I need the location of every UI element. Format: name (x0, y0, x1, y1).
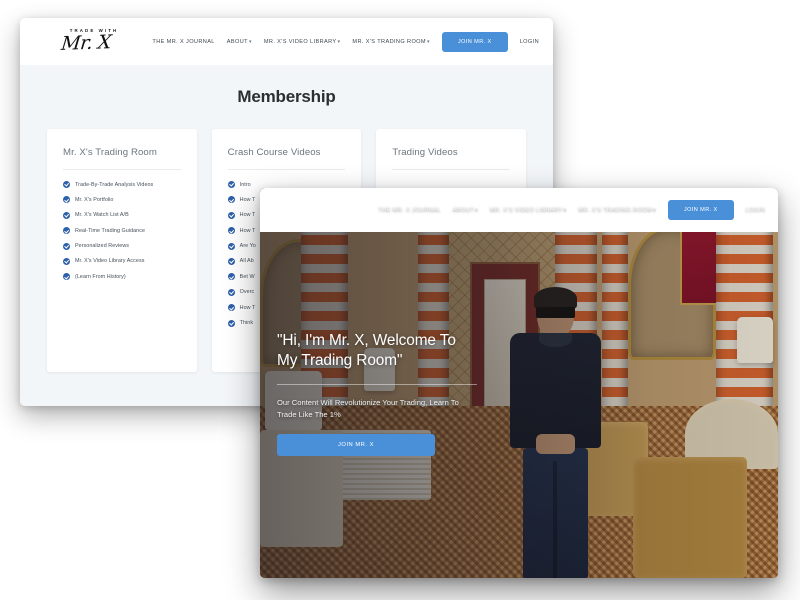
list-item: Mr. X's Video Library Access (63, 258, 181, 265)
check-circle-icon (228, 243, 235, 250)
check-circle-icon (63, 227, 70, 234)
check-circle-icon (63, 258, 70, 265)
page-title: Membership (20, 87, 553, 107)
nav-items: THE MR. X JOURNAL ABOUT▾ MR. X'S VIDEO L… (152, 32, 539, 52)
chevron-down-icon: ▾ (564, 207, 567, 213)
list-item-label: Intro (240, 182, 251, 188)
hero-navbar: TRADE WITH Mr. X THE MR. X JOURNAL ABOUT… (260, 188, 778, 232)
join-button[interactable]: JOIN MR. X (442, 32, 508, 52)
card-divider (228, 169, 346, 170)
check-circle-icon (63, 212, 70, 219)
card-divider (63, 169, 181, 170)
nav-item-video-library[interactable]: MR. X'S VIDEO LIBRARY▾ (490, 207, 567, 213)
list-item: Mr. X's Watch List A/B (63, 212, 181, 219)
chevron-down-icon: ▾ (338, 39, 341, 45)
hero-join-button[interactable]: JOIN MR. X (277, 434, 435, 456)
nav-item-trading-room[interactable]: MR. X'S TRADING ROOM▾ (578, 207, 655, 213)
nav-item-trading-room-label: MR. X'S TRADING ROOM (578, 207, 652, 213)
card-title: Trading Videos (392, 147, 510, 158)
site-logo[interactable]: TRADE WITH Mr. X (40, 29, 132, 54)
nav-item-about[interactable]: ABOUT▾ (227, 39, 252, 45)
site-logo[interactable]: TRADE WITH Mr. X (278, 197, 370, 222)
nav-item-video-library-label: MR. X'S VIDEO LIBRARY (490, 207, 563, 213)
list-item-label: How T (240, 197, 256, 203)
list-item-label: Overc (240, 289, 255, 295)
logo-signature-text: Mr. X (60, 31, 112, 55)
list-item-label: How T (240, 228, 256, 234)
check-circle-icon (228, 181, 235, 188)
list-item-label: Are Yo (240, 243, 256, 249)
nav-item-journal[interactable]: THE MR. X JOURNAL (378, 207, 440, 213)
list-item: Mr. X's Portfolio (63, 196, 181, 203)
check-circle-icon (228, 273, 235, 280)
check-circle-icon (228, 212, 235, 219)
nav-item-trading-room[interactable]: MR. X'S TRADING ROOM▾ (352, 39, 429, 45)
check-circle-icon (63, 196, 70, 203)
login-link[interactable]: LOGIN (746, 207, 765, 213)
primary-navbar: TRADE WITH Mr. X THE MR. X JOURNAL ABOUT… (20, 18, 553, 65)
chevron-down-icon: ▾ (475, 207, 478, 213)
hero-window: TRADE WITH Mr. X THE MR. X JOURNAL ABOUT… (260, 188, 778, 578)
check-circle-icon (228, 227, 235, 234)
feature-list: Trade-By-Trade Analysis Videos Mr. X's P… (63, 181, 181, 280)
card-title: Mr. X's Trading Room (63, 147, 181, 158)
chevron-down-icon: ▾ (427, 39, 430, 45)
check-circle-icon (63, 181, 70, 188)
membership-card-trading-room[interactable]: Mr. X's Trading Room Trade-By-Trade Anal… (47, 129, 197, 372)
check-circle-icon (63, 273, 70, 280)
nav-item-journal-label: THE MR. X JOURNAL (152, 39, 214, 45)
list-item: Personalized Reviews (63, 243, 181, 250)
check-circle-icon (228, 304, 235, 311)
list-item-label: Mr. X's Portfolio (75, 197, 113, 203)
hero-copy: "Hi, I'm Mr. X, Welcome To My Trading Ro… (277, 331, 477, 456)
nav-item-journal[interactable]: THE MR. X JOURNAL (152, 39, 214, 45)
list-item: Real-Time Trading Guidance (63, 227, 181, 234)
list-item-label: Real-Time Trading Guidance (75, 228, 145, 234)
list-item-label: Personalized Reviews (75, 243, 129, 249)
list-item-label: Bet W (240, 274, 255, 280)
hero-heading: "Hi, I'm Mr. X, Welcome To My Trading Ro… (277, 331, 477, 372)
nav-item-trading-room-label: MR. X'S TRADING ROOM (352, 39, 426, 45)
check-circle-icon (228, 289, 235, 296)
hero-divider (277, 384, 477, 385)
list-item: Trade-By-Trade Analysis Videos (63, 181, 181, 188)
chevron-down-icon: ▾ (653, 207, 656, 213)
nav-item-about-label: ABOUT (227, 39, 248, 45)
card-divider (392, 169, 510, 170)
mockup-stage: TRADE WITH Mr. X THE MR. X JOURNAL ABOUT… (0, 0, 800, 600)
list-item-label: All Ab (240, 258, 254, 264)
nav-item-video-library-label: MR. X'S VIDEO LIBRARY (264, 39, 337, 45)
list-item-label: Mr. X's Watch List A/B (75, 212, 129, 218)
list-item-label: (Learn From History) (75, 274, 126, 280)
nav-item-about[interactable]: ABOUT▾ (453, 207, 478, 213)
logo-signature: Mr. X (277, 201, 371, 224)
logo-signature: Mr. X (39, 33, 133, 56)
login-link[interactable]: LOGIN (520, 39, 539, 45)
logo-signature-text: Mr. X (298, 200, 350, 224)
hero-subtitle: Our Content Will Revolutionize Your Trad… (277, 397, 477, 422)
list-item: (Learn From History) (63, 273, 181, 280)
card-title: Crash Course Videos (228, 147, 346, 158)
join-button[interactable]: JOIN MR. X (668, 200, 734, 220)
nav-item-journal-label: THE MR. X JOURNAL (378, 207, 440, 213)
list-item-label: Trade-By-Trade Analysis Videos (75, 182, 153, 188)
list-item-label: How T (240, 305, 256, 311)
nav-items: THE MR. X JOURNAL ABOUT▾ MR. X'S VIDEO L… (378, 200, 765, 220)
check-circle-icon (63, 243, 70, 250)
nav-item-video-library[interactable]: MR. X'S VIDEO LIBRARY▾ (264, 39, 341, 45)
list-item-label: Mr. X's Video Library Access (75, 258, 144, 264)
nav-item-about-label: ABOUT (453, 207, 474, 213)
check-circle-icon (228, 196, 235, 203)
list-item-label: Think (240, 320, 253, 326)
chevron-down-icon: ▾ (249, 39, 252, 45)
list-item-label: How T (240, 212, 256, 218)
list-item: Intro (228, 181, 346, 188)
check-circle-icon (228, 258, 235, 265)
check-circle-icon (228, 320, 235, 327)
